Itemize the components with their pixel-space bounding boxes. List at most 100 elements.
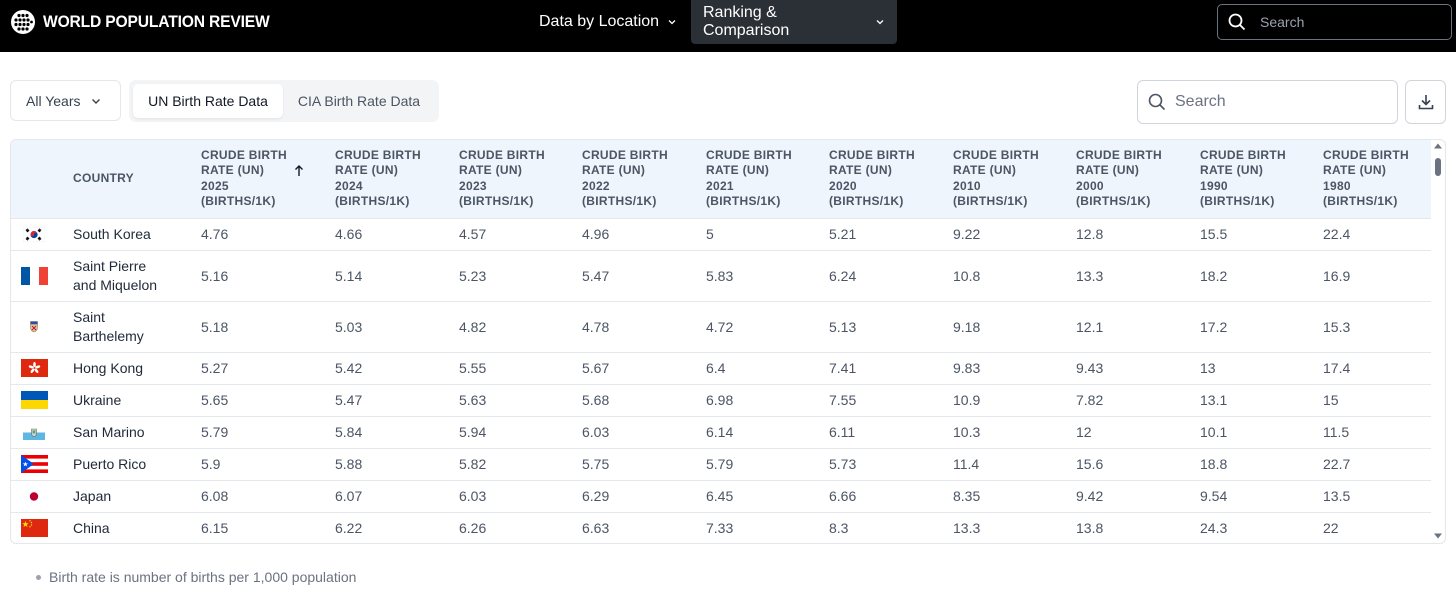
value-cell: 5.18 xyxy=(201,300,335,352)
table-scrollbar[interactable] xyxy=(1431,140,1445,543)
value-cell: 10.1 xyxy=(1200,415,1323,448)
value-cell: 11.4 xyxy=(953,447,1076,480)
value-cell: 5.65 xyxy=(201,383,335,416)
value-cell: 6.26 xyxy=(459,511,582,543)
table-row[interactable]: China 6.15 6.22 6.26 6.63 7.33 8.3 13.3 … xyxy=(11,511,1431,543)
value-cell: 5.84 xyxy=(335,415,459,448)
flag-cell xyxy=(11,511,73,543)
column-header-2023[interactable]: CRUDE BIRTH RATE (UN) 2023 (BIRTHS/1K) xyxy=(459,140,582,218)
table-row[interactable]: Hong Kong 5.27 5.42 5.55 5.67 6.4 7.41 9… xyxy=(11,351,1431,384)
value-cell: 9.22 xyxy=(953,217,1076,250)
value-cell: 15.5 xyxy=(1200,217,1323,250)
value-cell: 11.5 xyxy=(1323,415,1431,448)
country-name[interactable]: Saint Barthelemy xyxy=(73,300,201,352)
flag-cell xyxy=(11,447,73,480)
value-cell: 22.7 xyxy=(1323,447,1431,480)
value-cell: 5.13 xyxy=(829,300,953,352)
nav-ranking-comparison[interactable]: Ranking & Comparison xyxy=(691,0,897,44)
value-cell: 5.16 xyxy=(201,249,335,301)
value-cell: 10.9 xyxy=(953,383,1076,416)
value-cell: 5.75 xyxy=(582,447,706,480)
value-cell: 5.83 xyxy=(706,249,829,301)
years-select[interactable]: All Years xyxy=(10,80,121,121)
column-header-2021[interactable]: CRUDE BIRTH RATE (UN) 2021 (BIRTHS/1K) xyxy=(706,140,829,218)
column-header-2024[interactable]: CRUDE BIRTH RATE (UN) 2024 (BIRTHS/1K) xyxy=(335,140,459,218)
value-cell: 13.3 xyxy=(1076,249,1200,301)
column-header-2022[interactable]: CRUDE BIRTH RATE (UN) 2022 (BIRTHS/1K) xyxy=(582,140,706,218)
value-cell: 6.24 xyxy=(829,249,953,301)
hong-kong-flag-icon xyxy=(21,359,48,377)
value-cell: 12 xyxy=(1076,415,1200,448)
flag-cell xyxy=(11,351,73,384)
value-cell: 5.23 xyxy=(459,249,582,301)
search-placeholder: Search xyxy=(1260,14,1305,30)
value-cell: 5.94 xyxy=(459,415,582,448)
table-search-input[interactable]: Search xyxy=(1137,80,1398,124)
value-cell: 5.79 xyxy=(706,447,829,480)
column-header-2000[interactable]: CRUDE BIRTH RATE (UN) 2000 (BIRTHS/1K) xyxy=(1076,140,1200,218)
country-name[interactable]: Hong Kong xyxy=(73,351,201,384)
flag-header xyxy=(11,140,73,218)
value-cell: 9.42 xyxy=(1076,479,1200,512)
table-row[interactable]: South Korea 4.76 4.66 4.57 4.96 5 5.21 9… xyxy=(11,217,1431,250)
tab-cia-birth-rate[interactable]: CIA Birth Rate Data xyxy=(283,84,435,118)
value-cell: 5.42 xyxy=(335,351,459,384)
country-name[interactable]: South Korea xyxy=(73,217,201,250)
column-header-1990[interactable]: CRUDE BIRTH RATE (UN) 1990 (BIRTHS/1K) xyxy=(1200,140,1323,218)
country-name[interactable]: Puerto Rico xyxy=(73,447,201,480)
flag-cell xyxy=(11,415,73,448)
table-row[interactable]: Puerto Rico 5.9 5.88 5.82 5.75 5.79 5.73… xyxy=(11,447,1431,480)
site-logo[interactable]: WORLD POPULATION REVIEW xyxy=(10,9,289,35)
years-select-value: All Years xyxy=(26,92,81,109)
country-name[interactable]: San Marino xyxy=(73,415,201,448)
value-cell: 6.63 xyxy=(582,511,706,543)
value-cell: 12.8 xyxy=(1076,217,1200,250)
search-icon xyxy=(1228,13,1246,31)
flag-cell xyxy=(11,217,73,250)
value-cell: 17.4 xyxy=(1323,351,1431,384)
column-header-2010[interactable]: CRUDE BIRTH RATE (UN) 2010 (BIRTHS/1K) xyxy=(953,140,1076,218)
column-header-2025[interactable]: CRUDE BIRTH RATE (UN) 2025 (BIRTHS/1K) xyxy=(201,140,335,218)
table-row[interactable]: San Marino 5.79 5.84 5.94 6.03 6.14 6.11… xyxy=(11,415,1431,448)
table-row[interactable]: Saint Barthelemy 5.18 5.03 4.82 4.78 4.72… xyxy=(11,300,1431,352)
column-header-2020[interactable]: CRUDE BIRTH RATE (UN) 2020 (BIRTHS/1K) xyxy=(829,140,953,218)
country-header[interactable]: COUNTRY xyxy=(73,140,201,218)
table-row[interactable]: Saint Pierre and Miquelon 5.16 5.14 5.23 … xyxy=(11,249,1431,301)
ukraine-flag-icon xyxy=(21,391,48,409)
tab-un-birth-rate[interactable]: UN Birth Rate Data xyxy=(133,84,283,118)
scroll-up-arrow-icon[interactable] xyxy=(1433,142,1443,150)
country-name[interactable]: Ukraine xyxy=(73,383,201,416)
column-header-1980[interactable]: CRUDE BIRTH RATE (UN) 1980 (BIRTHS/1K) xyxy=(1323,140,1431,218)
value-cell: 4.72 xyxy=(706,300,829,352)
flag-cell xyxy=(11,249,73,301)
value-cell: 12.1 xyxy=(1076,300,1200,352)
download-button[interactable] xyxy=(1405,80,1446,124)
top-navigation-bar: WORLD POPULATION REVIEW Data by Location… xyxy=(0,0,1456,52)
value-cell: 5.82 xyxy=(459,447,582,480)
value-cell: 6.29 xyxy=(582,479,706,512)
value-cell: 5.73 xyxy=(829,447,953,480)
value-cell: 4.66 xyxy=(335,217,459,250)
value-cell: 4.57 xyxy=(459,217,582,250)
value-cell: 6.03 xyxy=(459,479,582,512)
footnote-text: Birth rate is number of births per 1,000… xyxy=(49,569,357,585)
country-name[interactable]: China xyxy=(73,511,201,543)
birth-rate-table: COUNTRY CRUDE BIRTH RATE (UN) 2025 (BIRT… xyxy=(10,139,1446,544)
country-name[interactable]: Saint Pierre and Miquelon xyxy=(73,249,201,301)
france-flag-icon xyxy=(21,266,48,285)
value-cell: 5.27 xyxy=(201,351,335,384)
country-name[interactable]: Japan xyxy=(73,479,201,512)
value-cell: 6.11 xyxy=(829,415,953,448)
value-cell: 4.82 xyxy=(459,300,582,352)
footnote: Birth rate is number of births per 1,000… xyxy=(36,569,356,585)
value-cell: 7.82 xyxy=(1076,383,1200,416)
sort-arrow-up-icon[interactable] xyxy=(293,164,305,178)
table-row[interactable]: Ukraine 5.65 5.47 5.63 5.68 6.98 7.55 10… xyxy=(11,383,1431,416)
site-search-input[interactable]: Search xyxy=(1217,4,1452,40)
scrollbar-thumb[interactable] xyxy=(1435,158,1441,176)
scroll-down-arrow-icon[interactable] xyxy=(1433,532,1443,540)
value-cell: 7.41 xyxy=(829,351,953,384)
value-cell: 16.9 xyxy=(1323,249,1431,301)
table-row[interactable]: Japan 6.08 6.07 6.03 6.29 6.45 6.66 8.35… xyxy=(11,479,1431,512)
nav-data-by-location[interactable]: Data by Location xyxy=(527,0,689,44)
